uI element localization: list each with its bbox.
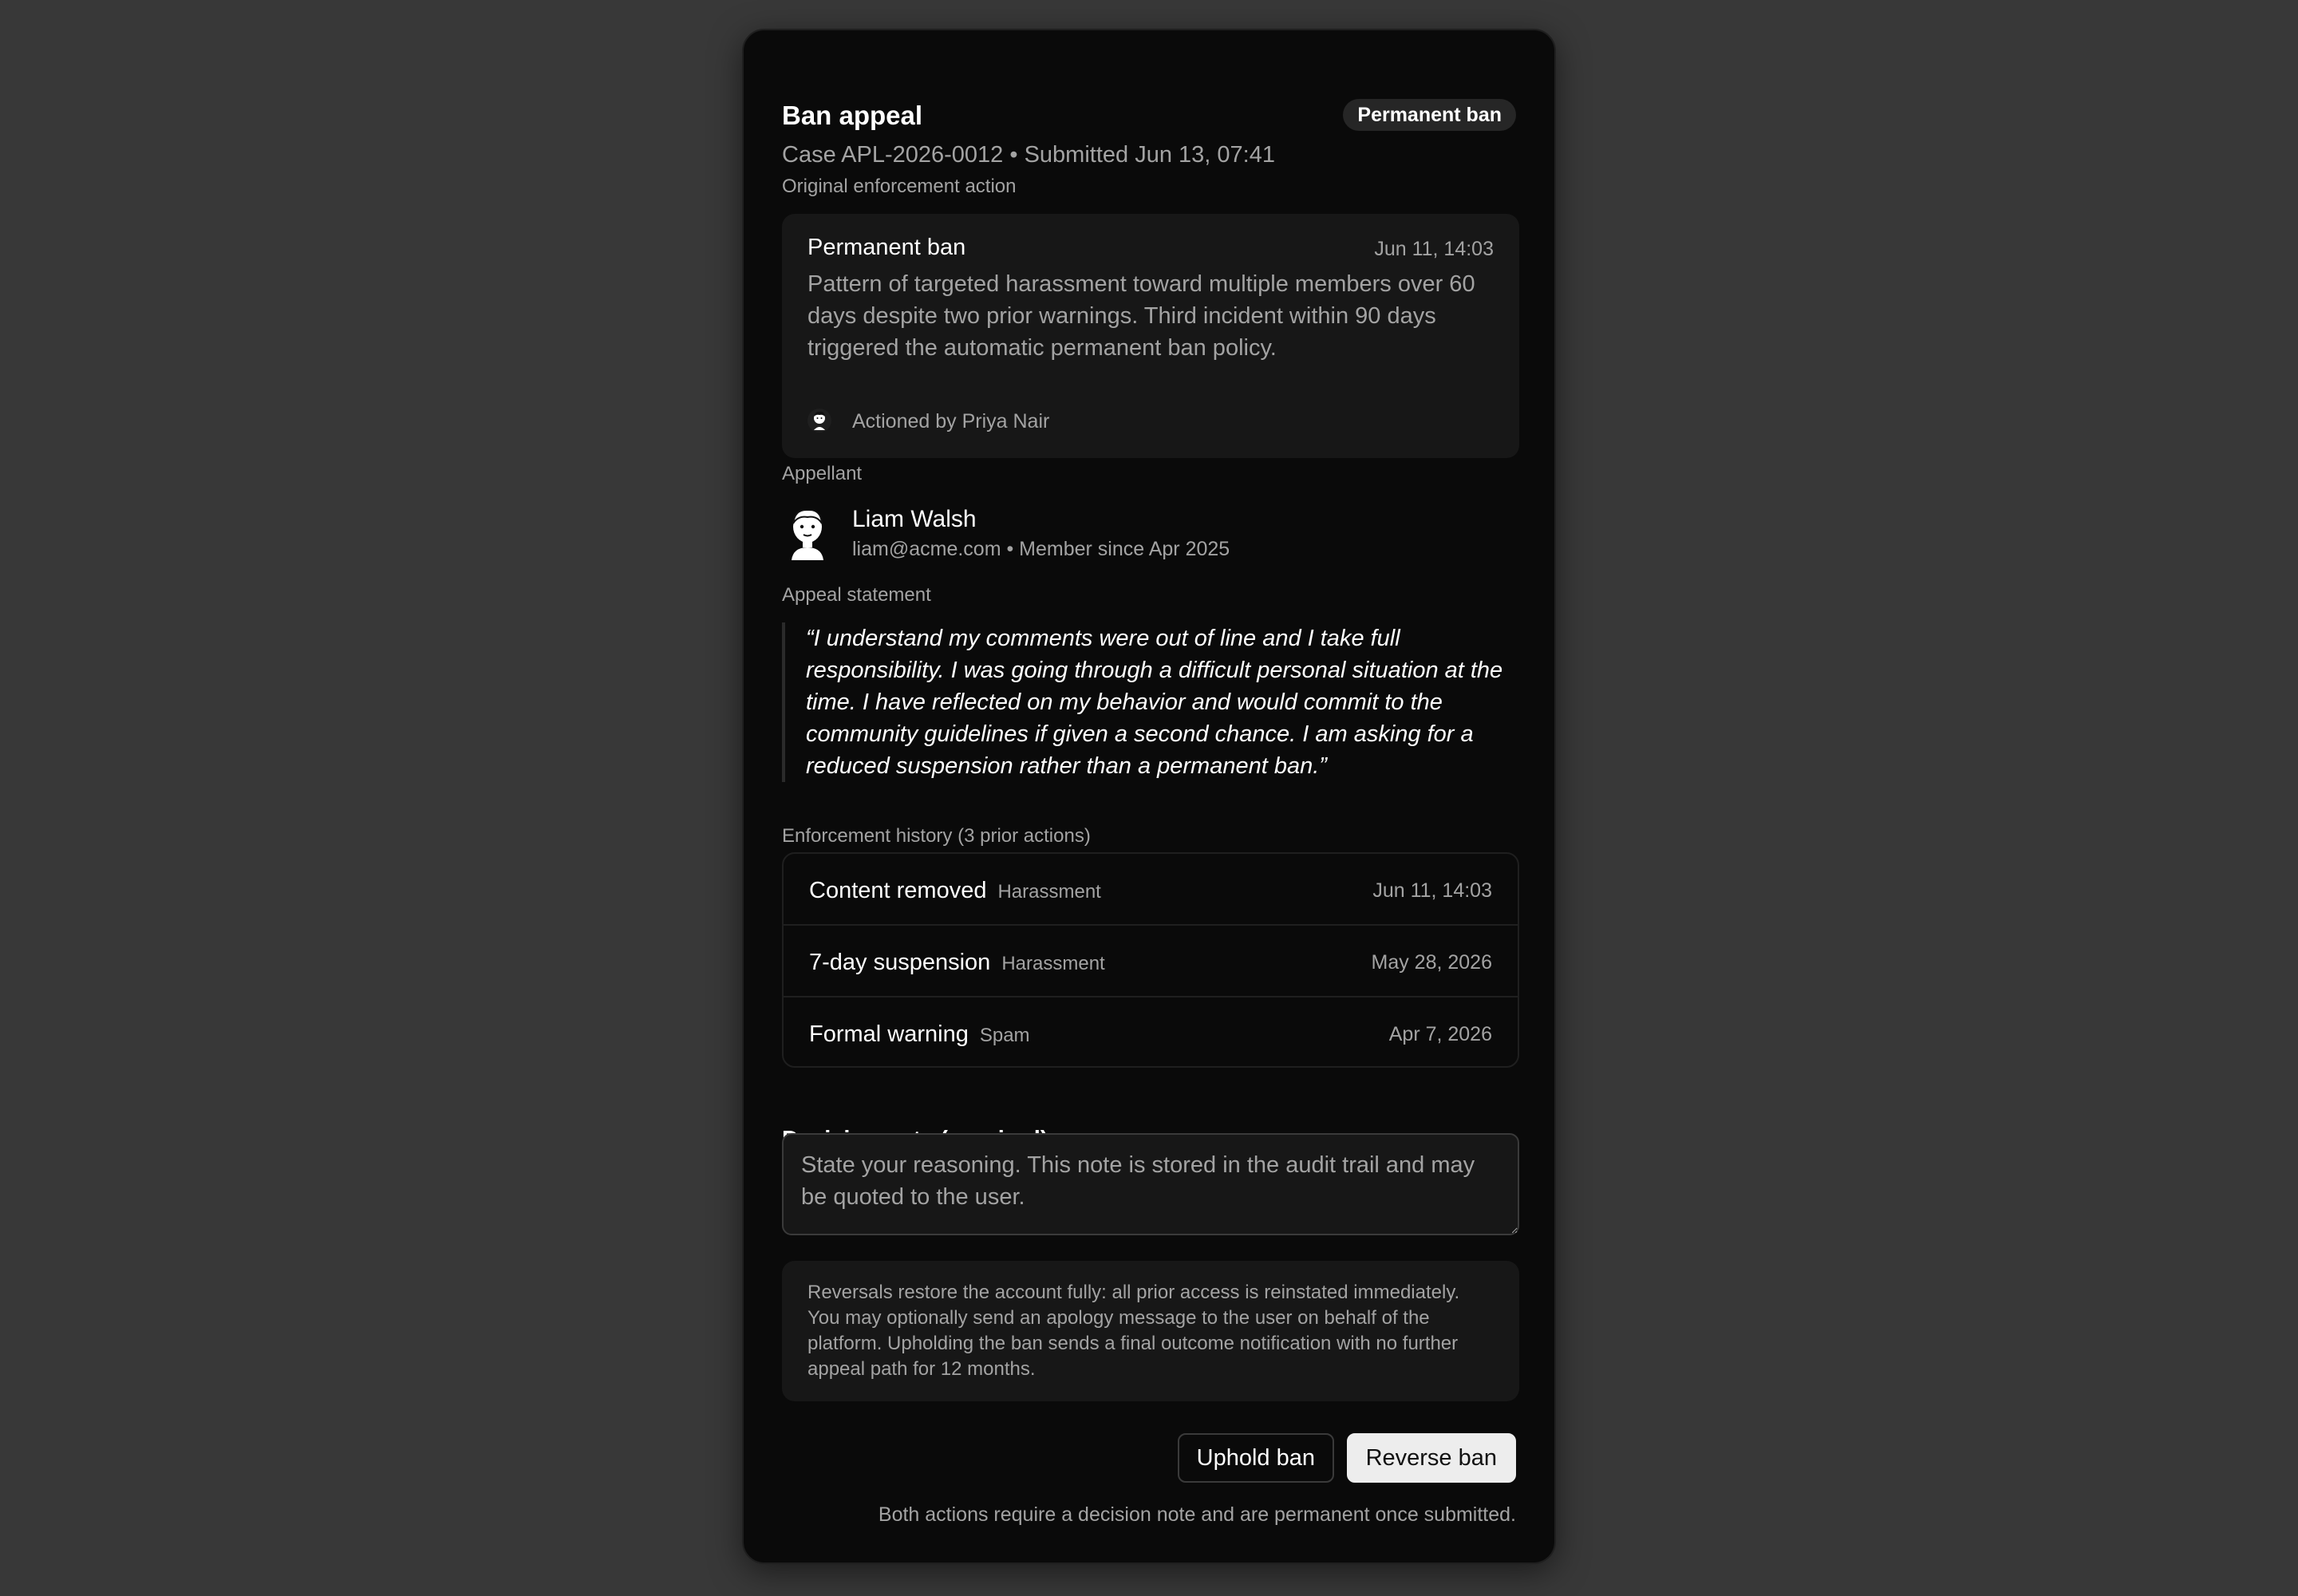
original-action-date: Jun 11, 14:03 xyxy=(1374,238,1494,260)
history-action-title: Formal warning xyxy=(809,1021,969,1047)
history-row: Content removed Harassment Jun 11, 14:03 xyxy=(784,854,1518,926)
appellant-name: Liam Walsh xyxy=(852,506,977,532)
actioned-by-text: Actioned by Priya Nair xyxy=(852,410,1050,433)
footer-note: Both actions require a decision note and… xyxy=(878,1503,1516,1526)
history-row: Formal warning Spam Apr 7, 2026 xyxy=(784,998,1518,1066)
case-subtitle: Case APL-2026-0012 • Submitted Jun 13, 0… xyxy=(782,142,1275,168)
appeal-statement-quote: “I understand my comments were out of li… xyxy=(782,622,1519,782)
enforcement-history-list: Content removed Harassment Jun 11, 14:03 … xyxy=(782,852,1519,1068)
history-category: Harassment xyxy=(997,881,1101,903)
appellant-avatar-icon xyxy=(782,504,833,560)
appeal-statement-label: Appeal statement xyxy=(782,584,931,606)
page-title: Ban appeal xyxy=(782,101,923,130)
history-action-title: 7-day suspension xyxy=(809,950,991,975)
uphold-ban-button[interactable]: Uphold ban xyxy=(1177,1433,1334,1483)
history-row: 7-day suspension Harassment May 28, 2026 xyxy=(784,926,1518,998)
original-action-box: Permanent ban Jun 11, 14:03 Pattern of t… xyxy=(782,214,1519,458)
history-date: Jun 11, 14:03 xyxy=(1372,879,1492,902)
original-action-description: Pattern of targeted harassment toward mu… xyxy=(807,271,1475,361)
ban-appeal-card: Ban appeal Case APL-2026-0012 • Submitte… xyxy=(742,29,1556,1564)
history-date: May 28, 2026 xyxy=(1371,951,1493,974)
history-action-title: Content removed xyxy=(809,878,987,903)
history-category: Spam xyxy=(979,1025,1030,1046)
moderator-avatar-icon xyxy=(807,409,831,433)
decision-info-box: Reversals restore the account fully: all… xyxy=(782,1261,1519,1401)
status-badge: Permanent ban xyxy=(1343,99,1516,131)
reverse-ban-button[interactable]: Reverse ban xyxy=(1346,1433,1516,1483)
original-action-title: Permanent ban xyxy=(807,235,966,260)
enforcement-history-label: Enforcement history (3 prior actions) xyxy=(782,825,1091,847)
original-action-label: Original enforcement action xyxy=(782,176,1017,197)
decision-note-field[interactable] xyxy=(782,1133,1519,1235)
appellant-label: Appellant xyxy=(782,463,863,484)
appellant-meta: liam@acme.com • Member since Apr 2025 xyxy=(852,538,1230,560)
history-category: Harassment xyxy=(1001,953,1105,974)
history-date: Apr 7, 2026 xyxy=(1388,1023,1492,1045)
